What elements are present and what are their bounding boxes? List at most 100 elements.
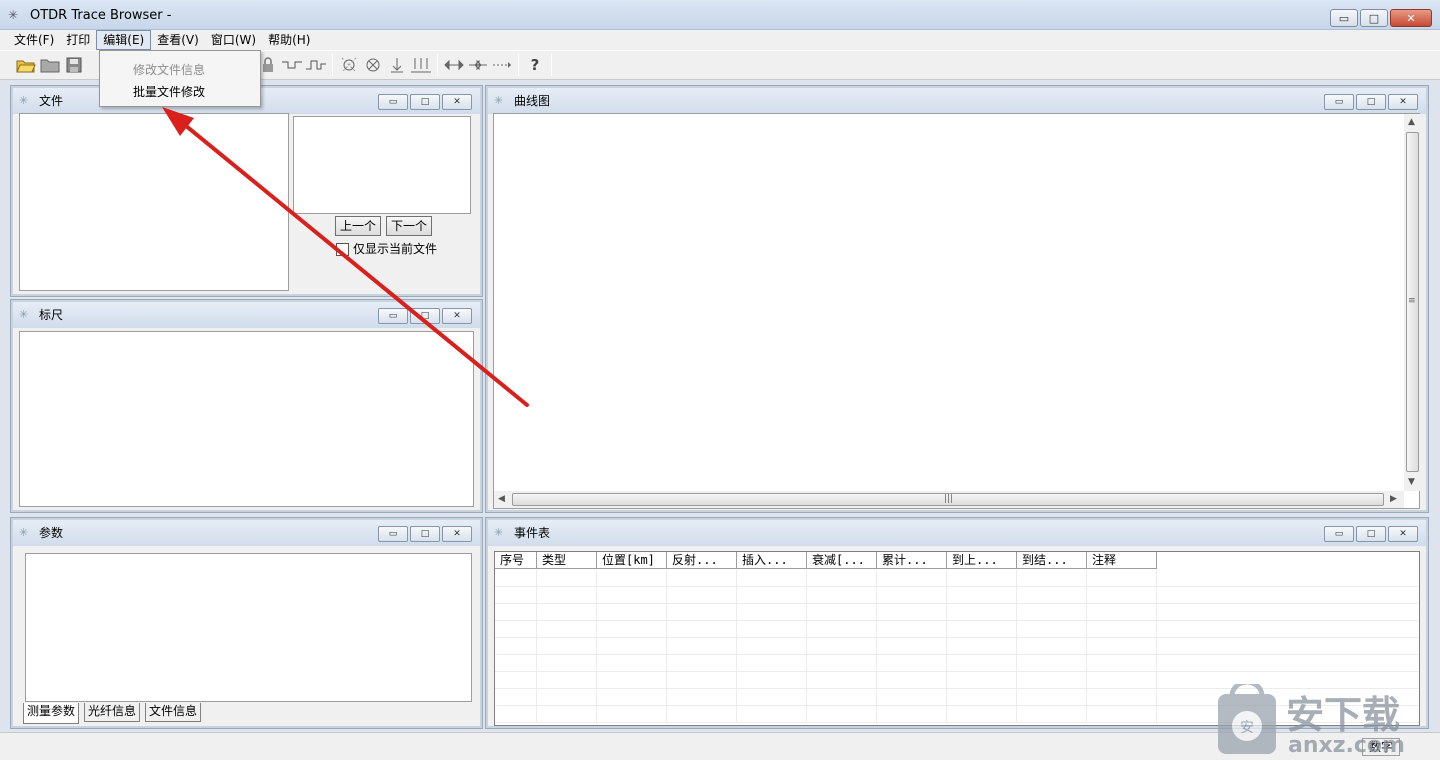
column-header[interactable]: 衰减[...	[807, 552, 877, 569]
menu-edit[interactable]: 编辑(E)	[96, 30, 152, 50]
tab-measurement-params[interactable]: 测量参数	[23, 703, 80, 724]
panel-minimize-button[interactable]: ▭	[378, 308, 408, 324]
panel-minimize-button[interactable]: ▭	[378, 526, 408, 542]
scroll-up-icon[interactable]: ▲	[1408, 118, 1415, 127]
table-cell	[597, 655, 667, 671]
minimize-button[interactable]: ▭	[1330, 9, 1358, 27]
menu-item-batch-file-modify[interactable]: 批量文件修改	[100, 81, 260, 103]
panel-restore-button[interactable]: □	[1356, 94, 1386, 110]
event-remove-icon[interactable]	[361, 54, 385, 76]
table-cell	[1017, 604, 1087, 620]
table-cell	[947, 570, 1017, 586]
panel-minimize-button[interactable]: ▭	[1324, 94, 1354, 110]
table-row	[495, 621, 1419, 638]
trace-step-icon[interactable]	[280, 54, 304, 76]
tab-fiber-info[interactable]: 光纤信息	[84, 703, 141, 722]
table-cell	[537, 621, 597, 637]
column-header[interactable]: 到上...	[947, 552, 1017, 569]
prev-file-button[interactable]: 上一个	[335, 216, 381, 236]
folder-icon[interactable]	[38, 54, 62, 76]
marker-down-icon[interactable]	[385, 54, 409, 76]
menu-bar: 文件(F) 打印 编辑(E) 查看(V) 窗口(W) 帮助(H)	[0, 30, 1440, 50]
table-row	[495, 655, 1419, 672]
fit-h-icon[interactable]	[490, 54, 514, 76]
table-cell	[597, 621, 667, 637]
next-file-button[interactable]: 下一个	[386, 216, 432, 236]
panel-title: 事件表	[514, 526, 551, 540]
table-cell	[1087, 604, 1157, 620]
save-icon[interactable]	[62, 54, 86, 76]
menu-file[interactable]: 文件(F)	[8, 31, 60, 49]
scroll-left-icon[interactable]: ◀	[498, 495, 505, 504]
table-cell	[807, 587, 877, 603]
panel-minimize-button[interactable]: ▭	[1324, 526, 1354, 542]
close-button[interactable]: ✕	[1390, 9, 1432, 27]
trace-vertical-scrollbar[interactable]: ▲ ≡ ▼	[1404, 114, 1421, 491]
table-cell	[667, 621, 737, 637]
menu-item-modify-file-info[interactable]: 修改文件信息	[100, 59, 260, 81]
column-header[interactable]: 序号	[495, 552, 537, 569]
tab-file-info[interactable]: 文件信息	[145, 703, 202, 722]
menu-help[interactable]: 帮助(H)	[262, 31, 316, 49]
table-cell	[667, 570, 737, 586]
column-header[interactable]: 类型	[537, 552, 597, 569]
svg-text:安下载: 安下载	[1286, 693, 1400, 737]
column-header[interactable]: 位置[km]	[597, 552, 667, 569]
table-cell	[807, 604, 877, 620]
panel-close-button[interactable]: ✕	[442, 526, 472, 542]
table-cell	[877, 655, 947, 671]
svg-text:anxz.com: anxz.com	[1288, 733, 1405, 756]
table-cell	[495, 621, 537, 637]
zoom-out-h-icon[interactable]	[442, 54, 466, 76]
panel-minimize-button[interactable]: ▭	[378, 94, 408, 110]
trace-horizontal-scrollbar[interactable]: ◀ ||| ▶	[494, 491, 1404, 508]
trace-step-alt-icon[interactable]	[304, 54, 328, 76]
column-header[interactable]: 注释	[1087, 552, 1157, 569]
table-cell	[495, 570, 537, 586]
marker-multi-down-icon[interactable]	[409, 54, 433, 76]
table-cell	[1087, 570, 1157, 586]
scroll-down-icon[interactable]: ▼	[1408, 478, 1415, 487]
only-current-checkbox[interactable]	[336, 243, 349, 256]
ruler-area	[19, 331, 474, 507]
file-list[interactable]	[19, 113, 289, 291]
panel-restore-button[interactable]: □	[410, 308, 440, 324]
panel-restore-button[interactable]: □	[1356, 526, 1386, 542]
toolbar-separator	[332, 54, 333, 76]
table-cell	[597, 706, 667, 722]
help-icon[interactable]: ?	[523, 54, 547, 76]
menu-print[interactable]: 打印	[60, 31, 96, 49]
watermark-logo: 安 安下载 anxz.com	[1216, 679, 1432, 758]
zoom-in-h-icon[interactable]	[466, 54, 490, 76]
table-cell	[737, 672, 807, 688]
column-header[interactable]: 累计...	[877, 552, 947, 569]
panel-controls: ▭ □ ✕	[378, 526, 472, 542]
trace-canvas[interactable]	[493, 113, 1420, 509]
table-cell	[667, 587, 737, 603]
panel-restore-button[interactable]: □	[410, 526, 440, 542]
open-folder-icon[interactable]	[14, 54, 38, 76]
panel-close-button[interactable]: ✕	[442, 94, 472, 110]
table-cell	[947, 638, 1017, 654]
column-header[interactable]: 反射...	[667, 552, 737, 569]
table-cell	[495, 706, 537, 722]
table-cell	[537, 672, 597, 688]
title-bar: ✳ OTDR Trace Browser - ▭ □ ✕	[0, 0, 1440, 30]
panel-icon: ✳	[494, 94, 504, 107]
event-marker-icon[interactable]	[337, 54, 361, 76]
maximize-button[interactable]: □	[1360, 9, 1388, 27]
panel-close-button[interactable]: ✕	[442, 308, 472, 324]
panel-icon: ✳	[19, 526, 29, 539]
menu-view[interactable]: 查看(V)	[151, 31, 205, 49]
panel-restore-button[interactable]: □	[410, 94, 440, 110]
table-cell	[597, 672, 667, 688]
panel-close-button[interactable]: ✕	[1388, 94, 1418, 110]
table-cell	[737, 706, 807, 722]
table-cell	[537, 638, 597, 654]
column-header[interactable]: 插入...	[737, 552, 807, 569]
column-header[interactable]: 到结...	[1017, 552, 1087, 569]
scroll-right-icon[interactable]: ▶	[1390, 495, 1397, 504]
panel-close-button[interactable]: ✕	[1388, 526, 1418, 542]
menu-window[interactable]: 窗口(W)	[205, 31, 262, 49]
table-cell	[1017, 689, 1087, 705]
